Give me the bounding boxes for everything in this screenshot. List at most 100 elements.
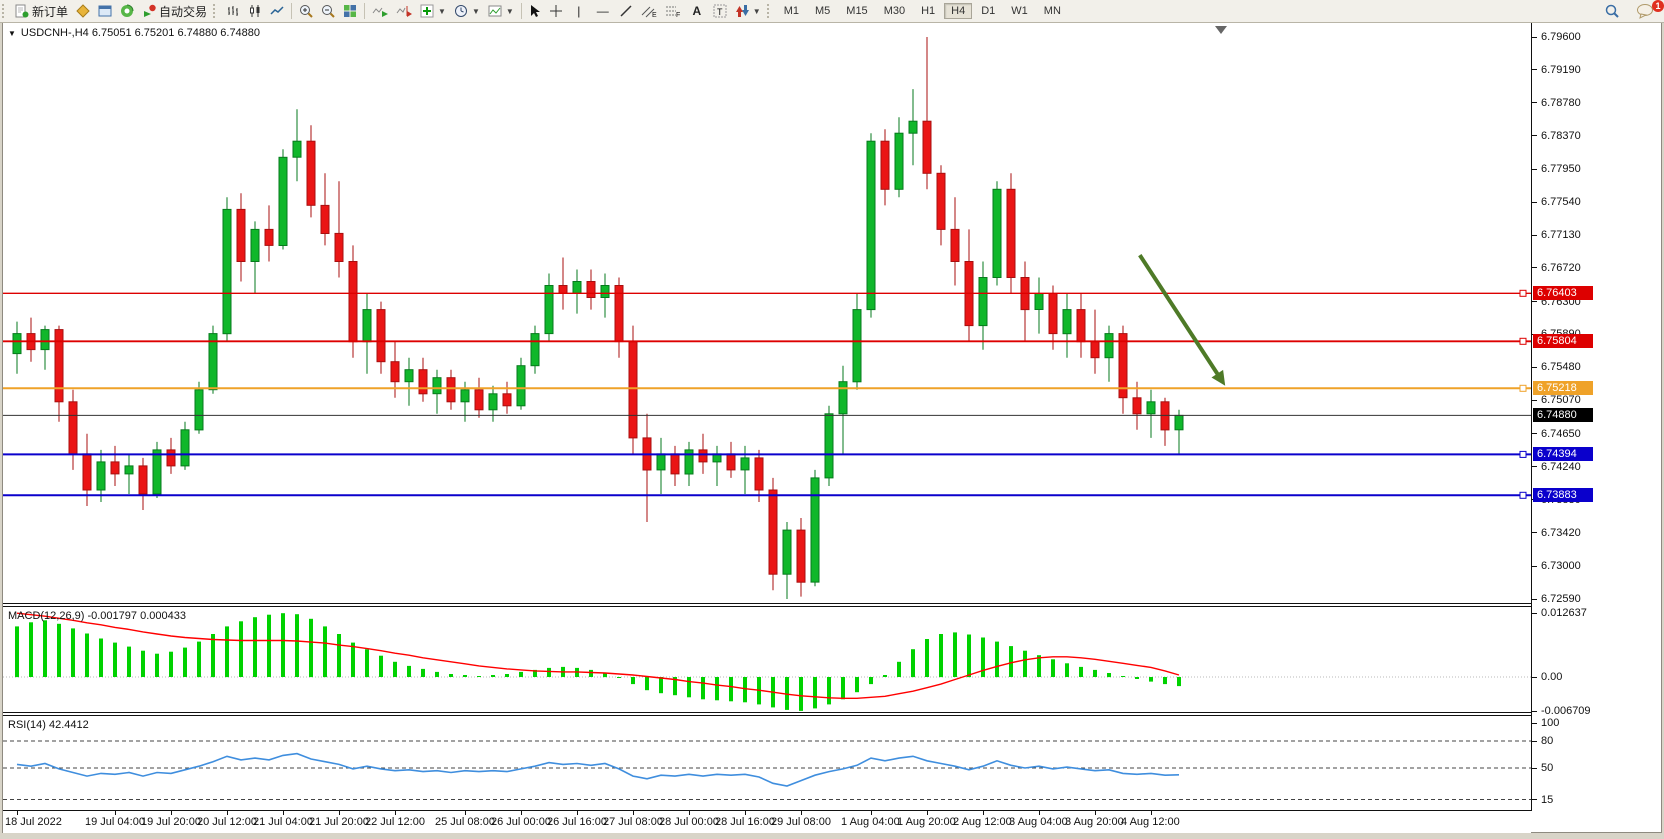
chart-title-bar: ▼ USDCNH-,H4 6.75051 6.75201 6.74880 6.7… xyxy=(8,27,260,39)
chart-shift-marker[interactable] xyxy=(1215,26,1227,34)
macd-histogram-bar xyxy=(911,649,915,677)
macd-histogram-bar xyxy=(85,634,89,678)
line-chart-mode-button[interactable] xyxy=(266,1,288,21)
macd-histogram-bar xyxy=(183,648,187,677)
candle-body xyxy=(489,394,497,410)
auto-trading-button[interactable]: 自动交易 xyxy=(138,1,211,21)
price-axis[interactable]: 6.796006.791906.787806.783706.779506.775… xyxy=(1531,23,1661,811)
timeframe-M30[interactable]: M30 xyxy=(877,3,912,19)
time-tick xyxy=(1151,811,1152,815)
market-watch-button[interactable] xyxy=(72,1,94,21)
tile-windows-icon xyxy=(343,4,357,18)
toolbar-separator xyxy=(291,3,292,19)
time-label: 19 Jul 20:00 xyxy=(141,816,201,828)
crosshair-tool-button[interactable] xyxy=(545,1,567,21)
time-tick xyxy=(17,811,18,815)
timeframe-W1[interactable]: W1 xyxy=(1004,3,1035,19)
cursor-tool-button[interactable] xyxy=(525,1,545,21)
macd-histogram-bar xyxy=(141,651,145,677)
timeframe-M5[interactable]: M5 xyxy=(808,3,837,19)
macd-histogram-bar xyxy=(99,639,103,678)
level-line-handle[interactable] xyxy=(1520,451,1526,457)
price-tick: 6.72590 xyxy=(1532,593,1581,605)
arrow-objects-button[interactable]: ▼ xyxy=(731,1,765,21)
timeframe-D1[interactable]: D1 xyxy=(974,3,1002,19)
level-line-handle[interactable] xyxy=(1520,290,1526,296)
macd-histogram-bar xyxy=(519,672,523,677)
chevron-down-icon: ▼ xyxy=(472,7,480,16)
cursor-icon xyxy=(529,4,541,18)
rsi-line xyxy=(17,754,1179,786)
periods-button[interactable]: ▼ xyxy=(450,1,484,21)
macd-histogram-bar xyxy=(589,670,593,677)
signals-button[interactable] xyxy=(116,1,138,21)
candlestick-chart[interactable] xyxy=(3,23,1531,603)
macd-chart xyxy=(3,607,1531,712)
candle-body xyxy=(13,334,21,354)
price-pane[interactable]: ▼ USDCNH-,H4 6.75051 6.75201 6.74880 6.7… xyxy=(3,23,1531,603)
time-label: 3 Aug 04:00 xyxy=(1009,816,1068,828)
zoom-out-button[interactable] xyxy=(317,1,339,21)
text-tool-button[interactable]: A xyxy=(685,1,709,21)
timeframe-M15[interactable]: M15 xyxy=(839,3,874,19)
label-tool-button[interactable]: T xyxy=(709,1,731,21)
time-axis[interactable]: 18 Jul 202219 Jul 04:0019 Jul 20:0020 Ju… xyxy=(3,810,1531,833)
candle-body xyxy=(349,262,357,342)
auto-scroll-button[interactable] xyxy=(368,1,392,21)
channel-tool-button[interactable]: E xyxy=(637,1,661,21)
candle-body xyxy=(671,454,679,474)
pane-divider[interactable] xyxy=(3,712,1661,716)
search-icon xyxy=(1604,3,1620,19)
candle-body xyxy=(601,286,609,298)
macd-label: MACD(12,26,9) -0.001797 0.000433 xyxy=(8,610,186,622)
level-line-handle[interactable] xyxy=(1520,492,1526,498)
timeframe-H1[interactable]: H1 xyxy=(914,3,942,19)
chart-window: ▼ USDCNH-,H4 6.75051 6.75201 6.74880 6.7… xyxy=(2,22,1662,833)
time-tick xyxy=(633,811,634,815)
candle-body xyxy=(391,362,399,382)
current-price-badge: 6.74880 xyxy=(1533,408,1593,422)
timeframe-MN[interactable]: MN xyxy=(1037,3,1068,19)
macd-histogram-bar xyxy=(449,674,453,677)
candle-body xyxy=(363,310,371,342)
candle-body xyxy=(97,462,105,490)
macd-histogram-bar xyxy=(1135,677,1139,679)
rsi-pane[interactable]: RSI(14) 42.4412 xyxy=(3,716,1531,810)
time-label: 1 Aug 04:00 xyxy=(841,816,900,828)
chart-list-button[interactable] xyxy=(94,1,116,21)
candle-body xyxy=(377,310,385,362)
price-level-badge: 6.76403 xyxy=(1533,286,1593,300)
candle-body xyxy=(167,450,175,466)
candle-body xyxy=(1091,342,1099,358)
notifications-button[interactable]: 1 xyxy=(1632,1,1658,21)
symbol-dropdown-icon[interactable]: ▼ xyxy=(8,29,16,38)
fibonacci-tool-button[interactable]: F xyxy=(661,1,685,21)
toolbar-separator xyxy=(364,3,365,19)
templates-button[interactable]: ▼ xyxy=(484,1,518,21)
tile-windows-button[interactable] xyxy=(339,1,361,21)
price-level-badge: 6.75218 xyxy=(1533,381,1593,395)
indicators-button[interactable]: ▼ xyxy=(416,1,450,21)
notification-count-badge: 1 xyxy=(1652,0,1664,12)
macd-histogram-bar xyxy=(43,620,47,677)
timeframe-H4[interactable]: H4 xyxy=(944,3,972,19)
level-line-handle[interactable] xyxy=(1520,338,1526,344)
bar-chart-mode-button[interactable] xyxy=(222,1,244,21)
trendline-tool-button[interactable] xyxy=(615,1,637,21)
vertical-line-tool-button[interactable]: | xyxy=(567,1,591,21)
horizontal-line-tool-button[interactable]: — xyxy=(591,1,615,21)
price-tick: 6.77950 xyxy=(1532,163,1581,175)
rsi-label: RSI(14) 42.4412 xyxy=(8,719,89,731)
timeframe-M1[interactable]: M1 xyxy=(777,3,806,19)
zoom-in-button[interactable] xyxy=(295,1,317,21)
level-line-handle[interactable] xyxy=(1520,385,1526,391)
svg-text:T: T xyxy=(717,7,723,17)
new-order-button[interactable]: 新订单 xyxy=(11,1,72,21)
candlestick-mode-button[interactable] xyxy=(244,1,266,21)
macd-pane[interactable]: MACD(12,26,9) -0.001797 0.000433 xyxy=(3,607,1531,712)
search-button[interactable] xyxy=(1600,1,1624,21)
chart-shift-button[interactable] xyxy=(392,1,416,21)
pane-divider[interactable] xyxy=(3,603,1661,607)
price-level-badge: 6.74394 xyxy=(1533,447,1593,461)
trend-arrow-annotation[interactable] xyxy=(1140,255,1221,379)
